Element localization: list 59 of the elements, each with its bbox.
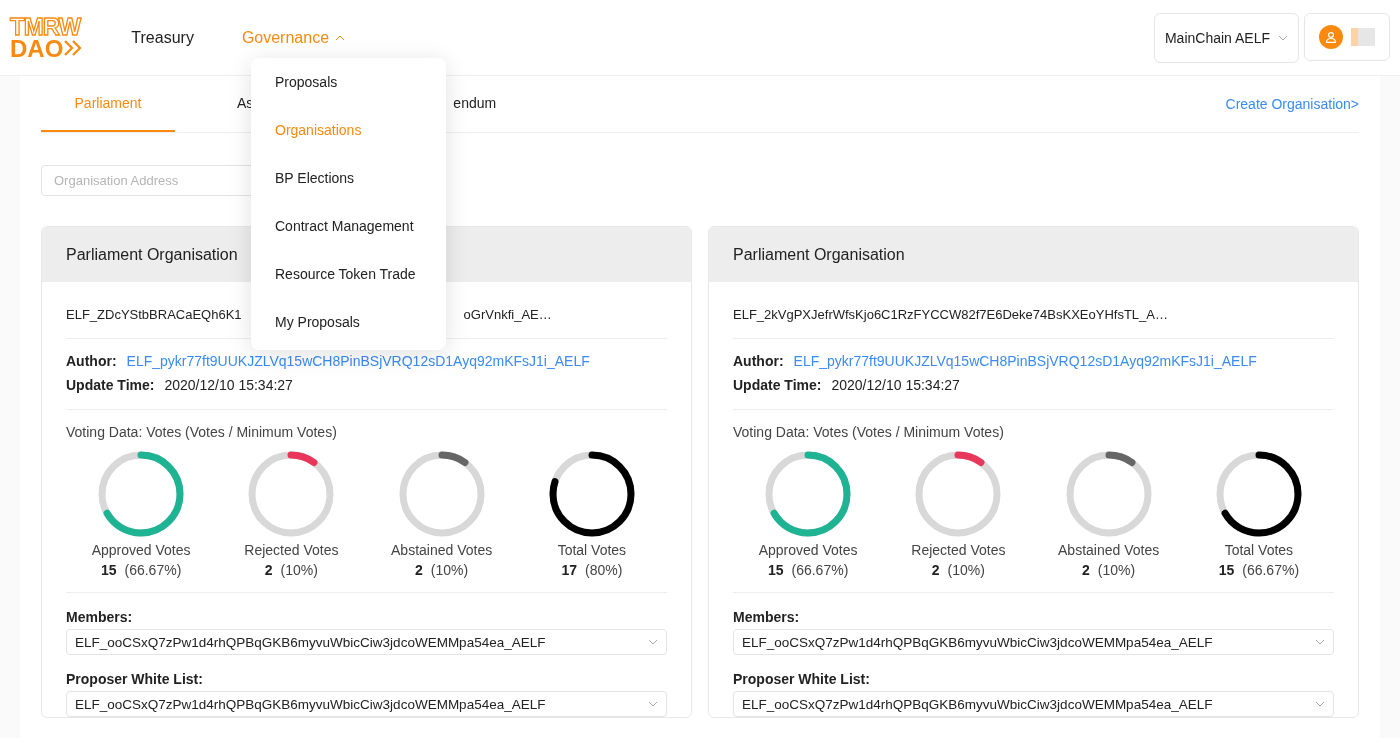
chevron-down-icon (1315, 701, 1325, 707)
update-time: 2020/12/10 15:34:27 (831, 376, 960, 395)
vote-label: Abstained Votes (1058, 542, 1160, 558)
field-label: Author: (66, 352, 117, 371)
vote-percent: (10%) (430, 562, 469, 578)
vote-count: 2 (264, 562, 273, 578)
vote-percent: (66.67%) (1242, 562, 1300, 578)
create-organisation-link[interactable]: Create Organisation> (1225, 96, 1359, 112)
vote-percent: (66.67%) (124, 562, 182, 578)
vote-percent: (10%) (947, 562, 985, 578)
organisation-address: ELF_ZDcYStbBRACaEQh6K1 (66, 307, 242, 322)
field-label: Members: (733, 609, 801, 625)
user-button[interactable] (1304, 12, 1390, 61)
vote-label: Total Votes (557, 542, 627, 558)
vote-label: Approved Votes (91, 542, 191, 558)
vote-label: Approved Votes (758, 542, 858, 558)
field-label: Update Time: (733, 376, 822, 395)
field-label: Update Time: (66, 376, 155, 395)
vote-percent: (66.67%) (791, 562, 849, 578)
vote-count: 2 (931, 562, 940, 578)
chevron-down-icon (648, 701, 658, 707)
vote-label: Total Votes (1224, 542, 1294, 558)
redacted-name (1351, 27, 1375, 46)
vote-label: Rejected Votes (911, 542, 1006, 558)
tab[interactable]: endum (453, 76, 497, 132)
chain-select[interactable]: MainChain AELF (1153, 12, 1299, 63)
members-select[interactable]: ELF_ooCSxQ7zPw1d4rhQPBqGKB6myvuWbicCiw3jdcoWEMMpa54ea_AELF (66, 629, 667, 655)
vote-label: Abstained Votes (391, 542, 493, 558)
vote-count: 15 (100, 562, 117, 578)
vote-count: 15 (767, 562, 784, 578)
organisation-address: ELF_2kVgPXJefrWfsKjo6C1RzFYCCW82f7E6Deke74BsKXEoYHfsTL_A… (733, 307, 1168, 322)
update-time: 2020/12/10 15:34:27 (164, 376, 293, 395)
vote-count: 2 (1082, 562, 1090, 578)
vote-label: Rejected Votes (244, 542, 339, 558)
voting-title: Voting Data: Votes (Votes / Minimum Votes) (733, 424, 1005, 440)
vote-count: 2 (415, 562, 423, 578)
vote-count: 17 (561, 562, 577, 578)
field-label: Proposer White List: (66, 671, 204, 687)
whitelist-select[interactable]: ELF_ooCSxQ7zPw1d4rhQPBqGKB6myvuWbicCiw3jdcoWEMMpa54ea_AELF (66, 691, 667, 717)
card-title: Parliament Organisation (709, 227, 1358, 282)
chevron-down-icon (1315, 639, 1325, 645)
nav-link[interactable]: Treasury (131, 28, 194, 47)
field-label: Proposer White List: (733, 671, 871, 687)
chevron-down-icon (1278, 34, 1288, 41)
vote-count: 15 (1218, 562, 1235, 578)
author-link[interactable]: ELF_pykr77ft9UUKJZLVq15wCH8PinBSjVRQ12sD1Ayq92mKFsJ1i_AELF (126, 349, 590, 373)
field-label: Members: (66, 609, 134, 625)
chevron-down-icon (648, 639, 658, 645)
user-icon (1325, 30, 1337, 43)
field-label: Author: (733, 352, 784, 371)
voting-title: Voting Data: Votes (Votes / Minimum Votes) (66, 424, 338, 440)
members-select[interactable]: ELF_ooCSxQ7zPw1d4rhQPBqGKB6myvuWbicCiw3jdcoWEMMpa54ea_AELF (733, 629, 1334, 655)
organisation-address: oGrVnkfi_AE… (463, 307, 552, 322)
vote-percent: (10%) (1097, 562, 1136, 578)
vote-percent: (10%) (280, 562, 318, 578)
whitelist-select[interactable]: ELF_ooCSxQ7zPw1d4rhQPBqGKB6myvuWbicCiw3jdcoWEMMpa54ea_AELF (733, 691, 1334, 717)
menu-item[interactable]: My Proposals (251, 298, 446, 346)
vote-percent: (80%) (585, 562, 623, 578)
menu-item[interactable]: Proposals (251, 58, 446, 106)
